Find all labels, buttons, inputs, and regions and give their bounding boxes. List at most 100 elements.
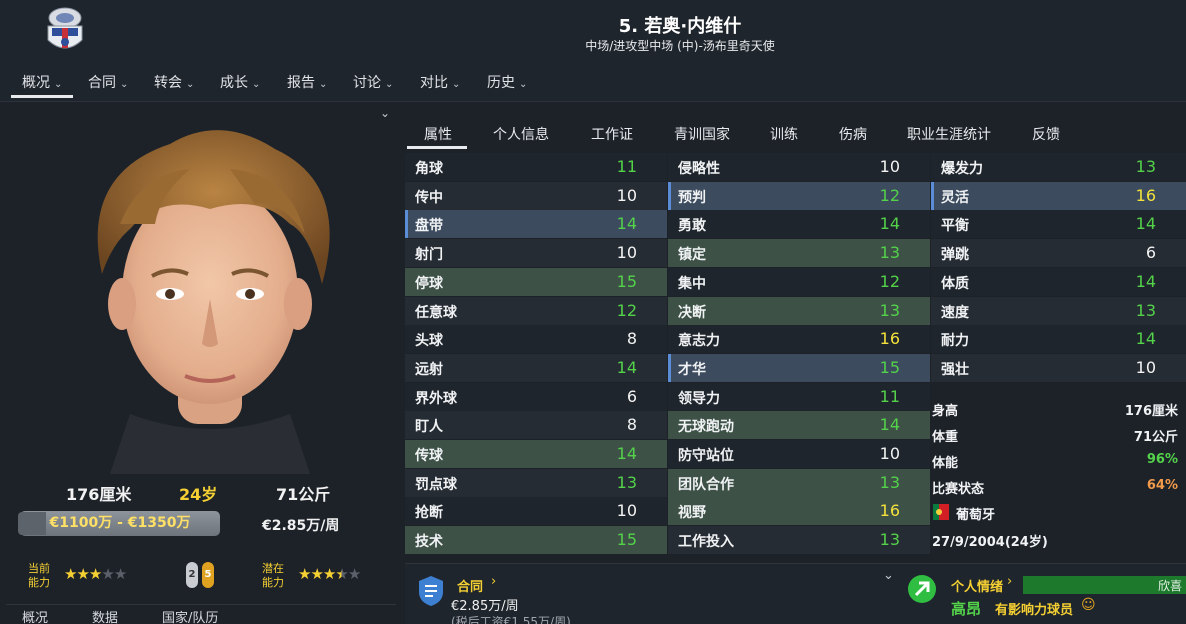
attribute-row[interactable]: 镇定 13 <box>668 239 930 268</box>
tab-injuries[interactable]: 伤病 <box>839 124 867 144</box>
attribute-name: 平衡 <box>941 218 969 235</box>
attribute-row[interactable]: 无球跑动 14 <box>668 411 930 440</box>
chevron-down-icon[interactable]: ⌄ <box>883 568 894 583</box>
info-dob-row: 27/9/2004(24岁) <box>930 527 1186 553</box>
attribute-name: 意志力 <box>678 333 720 350</box>
half-star-icon: ★ <box>335 565 348 583</box>
attribute-row[interactable]: 任意球 12 <box>405 296 667 325</box>
attribute-row[interactable]: 勇敢 14 <box>668 210 930 239</box>
nav-discuss[interactable]: 讨论 ⌄ <box>353 72 393 92</box>
player-weight: 71公斤 <box>276 485 331 504</box>
attribute-name: 侵略性 <box>678 161 720 177</box>
nav-reports[interactable]: 报告 ⌄ <box>287 72 327 92</box>
attribute-value: 11 <box>879 386 900 406</box>
nav-history[interactable]: 历史 ⌄ <box>487 72 527 92</box>
attribute-row[interactable]: 抢断 10 <box>405 497 667 526</box>
tab-career-stats[interactable]: 职业生涯统计 <box>907 124 991 144</box>
star-icon: ★ <box>76 565 89 583</box>
nav-development[interactable]: 成长 ⌄ <box>220 72 260 92</box>
attribute-value: 10 <box>879 157 900 176</box>
attribute-value: 10 <box>616 243 637 263</box>
tab-attributes[interactable]: 属性 <box>424 124 452 144</box>
attribute-row[interactable]: 速度 13 <box>931 296 1186 325</box>
transfer-value-badge[interactable]: €1100万 - €1350万 <box>20 511 220 536</box>
attribute-row[interactable]: 决断 13 <box>668 296 930 325</box>
attribute-row[interactable]: 角球 11 <box>405 153 667 181</box>
tab-personal-info[interactable]: 个人信息 <box>493 124 549 144</box>
attribute-row[interactable]: 平衡 14 <box>931 210 1186 239</box>
chevron-down-icon: ⌄ <box>452 79 461 90</box>
attribute-row[interactable]: 盘带 14 <box>405 210 667 239</box>
attribute-row[interactable]: 体质 14 <box>931 267 1186 296</box>
attribute-row[interactable]: 侵略性 10 <box>668 153 930 181</box>
contract-document-icon <box>419 576 443 606</box>
left-tab-stats[interactable]: 数据 <box>92 607 118 624</box>
attribute-row[interactable]: 射门 10 <box>405 239 667 268</box>
attribute-row[interactable]: 远射 14 <box>405 353 667 382</box>
chevron-down-icon: ⌄ <box>54 79 63 90</box>
player-name-title: 5. 若奥·内维什 <box>618 16 742 37</box>
attribute-row[interactable]: 集中 12 <box>668 267 930 296</box>
attribute-name: 罚点球 <box>415 476 457 493</box>
attribute-row[interactable]: 弹跳 6 <box>931 239 1186 268</box>
left-tab-overview[interactable]: 概况 <box>22 607 48 624</box>
player-position-club[interactable]: 中场/进攻型中场 (中)-汤布里奇天使 <box>0 37 1186 54</box>
attribute-row[interactable]: 罚点球 13 <box>405 468 667 497</box>
attribute-row[interactable]: 技术 15 <box>405 526 667 555</box>
nav-overview[interactable]: 概况 ⌄ <box>22 72 62 92</box>
chevron-right-icon: › <box>1007 574 1013 589</box>
attribute-row[interactable]: 盯人 8 <box>405 411 667 440</box>
attribute-name: 视野 <box>678 505 706 522</box>
attribute-row[interactable]: 意志力 16 <box>668 325 930 354</box>
potential-high-badge: 5 <box>202 562 214 588</box>
attribute-row[interactable]: 停球 15 <box>405 267 667 296</box>
info-nationality-row[interactable]: 葡萄牙 <box>930 500 1186 526</box>
attribute-row[interactable]: 强壮 10 <box>931 353 1186 382</box>
info-weight-row: 体重 71公斤 <box>930 422 1186 448</box>
attribute-row[interactable]: 团队合作 13 <box>668 468 930 497</box>
attribute-row[interactable]: 防守站位 10 <box>668 440 930 468</box>
attribute-name: 传球 <box>415 448 443 464</box>
attribute-row[interactable]: 传中 10 <box>405 181 667 210</box>
chevron-down-icon: ⌄ <box>120 79 129 90</box>
attribute-name: 勇敢 <box>678 218 706 235</box>
tab-training[interactable]: 训练 <box>770 124 798 144</box>
attribute-row[interactable]: 视野 16 <box>668 497 930 526</box>
nav-compare[interactable]: 对比 ⌄ <box>420 72 460 92</box>
attribute-value: 16 <box>1135 185 1156 205</box>
attribute-row[interactable]: 爆发力 13 <box>931 153 1186 181</box>
star-icon: ★ <box>298 565 311 583</box>
nav-contract[interactable]: 合同 ⌄ <box>88 72 128 92</box>
info-height-label: 身高 <box>932 404 959 419</box>
attribute-value: 14 <box>1135 271 1156 291</box>
tab-work-permit[interactable]: 工作证 <box>591 124 633 144</box>
left-tab-national[interactable]: 国家/队历 <box>162 607 218 624</box>
mood-link[interactable]: 个人情绪 <box>951 576 1003 595</box>
attribute-row[interactable]: 预判 12 <box>668 181 930 210</box>
attribute-row[interactable]: 界外球 6 <box>405 382 667 411</box>
attribute-row[interactable]: 耐力 14 <box>931 325 1186 354</box>
attribute-row[interactable]: 才华 15 <box>668 353 930 382</box>
chevron-down-icon: ⌄ <box>319 79 328 90</box>
attribute-name: 领导力 <box>678 390 720 407</box>
tab-youth-nation[interactable]: 青训国家 <box>674 124 730 144</box>
attribute-row[interactable]: 领导力 11 <box>668 382 930 411</box>
attribute-value: 14 <box>616 444 637 463</box>
chevron-down-icon: ⌄ <box>252 79 261 90</box>
attribute-value: 10 <box>1135 357 1156 377</box>
current-ability-stars: ★★★★★ <box>64 565 127 583</box>
info-fitness-label: 体能 <box>932 456 959 471</box>
star-icon: ★ <box>322 565 336 583</box>
attribute-row[interactable]: 头球 8 <box>405 325 667 354</box>
nav-transfer[interactable]: 转会 ⌄ <box>154 72 194 92</box>
chevron-down-icon[interactable]: ⌄ <box>380 106 390 120</box>
mood-bar-text: 欣喜 <box>1157 579 1182 593</box>
attribute-value: 6 <box>626 386 637 406</box>
attribute-row[interactable]: 工作投入 13 <box>668 526 930 555</box>
chevron-down-icon: ⌄ <box>385 79 394 90</box>
contract-link[interactable]: 合同 <box>457 576 483 595</box>
attribute-row[interactable]: 传球 14 <box>405 440 667 468</box>
attribute-row[interactable]: 灵活 16 <box>931 181 1186 210</box>
tab-feedback[interactable]: 反馈 <box>1032 124 1060 144</box>
attribute-name: 盯人 <box>415 419 443 436</box>
